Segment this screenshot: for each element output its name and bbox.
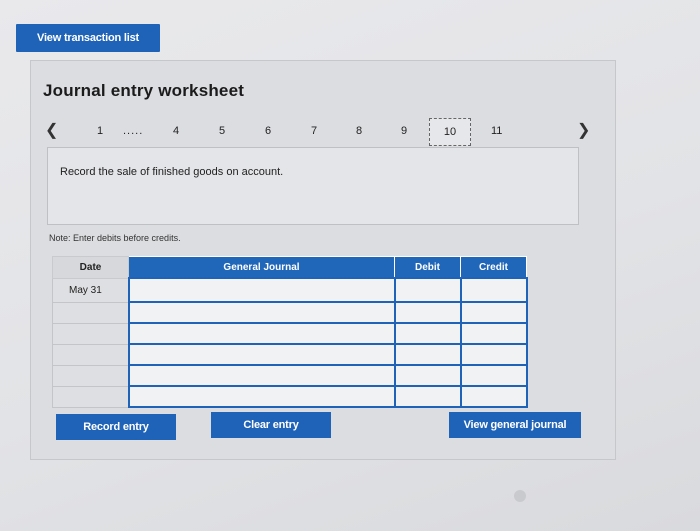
journal-worksheet-panel: Journal entry worksheet ❮ 1 ..... 4 5 6 … xyxy=(30,60,616,460)
column-header-date: Date xyxy=(52,256,129,279)
pager-item-7[interactable]: 7 xyxy=(311,125,317,137)
pager-ellipsis: ..... xyxy=(123,125,144,137)
debit-input[interactable] xyxy=(393,301,462,324)
credit-input[interactable] xyxy=(459,301,528,324)
credit-input[interactable] xyxy=(459,277,528,303)
pager-item-11[interactable]: 11 xyxy=(491,125,502,137)
chevron-left-icon[interactable]: ❮ xyxy=(45,120,58,140)
column-header-debit: Debit xyxy=(394,256,461,279)
account-input[interactable] xyxy=(127,277,396,303)
date-cell xyxy=(52,322,129,345)
table-row xyxy=(52,301,528,324)
pager-item-8[interactable]: 8 xyxy=(356,125,362,137)
pager-item-4[interactable]: 4 xyxy=(173,125,179,137)
date-cell xyxy=(52,364,129,387)
note-text: Note: Enter debits before credits. xyxy=(49,233,181,243)
debit-input[interactable] xyxy=(393,343,462,366)
table-row xyxy=(52,364,528,387)
pager: ❮ 1 ..... 4 5 6 7 8 9 10 11 ❯ xyxy=(31,117,615,147)
clear-entry-button[interactable]: Clear entry xyxy=(211,412,331,438)
table-row xyxy=(52,385,528,408)
table-row: May 31 xyxy=(52,277,528,303)
account-input[interactable] xyxy=(127,343,396,366)
record-entry-button[interactable]: Record entry xyxy=(56,414,176,440)
pager-item-6[interactable]: 6 xyxy=(265,125,271,137)
table-row xyxy=(52,343,528,366)
credit-input[interactable] xyxy=(459,322,528,345)
column-header-credit: Credit xyxy=(460,256,527,279)
account-input[interactable] xyxy=(127,364,396,387)
account-input[interactable] xyxy=(127,322,396,345)
credit-input[interactable] xyxy=(459,385,528,408)
pager-item-9[interactable]: 9 xyxy=(401,125,407,137)
pager-item-1[interactable]: 1 xyxy=(97,125,103,137)
view-transaction-list-button[interactable]: View transaction list xyxy=(16,24,160,52)
debit-input[interactable] xyxy=(393,322,462,345)
chevron-right-icon[interactable]: ❯ xyxy=(577,120,590,140)
credit-input[interactable] xyxy=(459,364,528,387)
pager-item-5[interactable]: 5 xyxy=(219,125,225,137)
date-cell xyxy=(52,343,129,366)
debit-input[interactable] xyxy=(393,277,462,303)
journal-table: Date General Journal Debit Credit May 31 xyxy=(52,256,528,408)
pager-item-10-current[interactable]: 10 xyxy=(429,118,471,146)
debit-input[interactable] xyxy=(393,385,462,408)
account-input[interactable] xyxy=(127,385,396,408)
table-row xyxy=(52,322,528,345)
credit-input[interactable] xyxy=(459,343,528,366)
account-input[interactable] xyxy=(127,301,396,324)
instruction-box: Record the sale of finished goods on acc… xyxy=(47,147,579,225)
background-dot xyxy=(514,490,526,502)
date-cell xyxy=(52,301,129,324)
column-header-general-journal: General Journal xyxy=(128,256,395,279)
debit-input[interactable] xyxy=(393,364,462,387)
date-cell xyxy=(52,385,129,408)
page-title: Journal entry worksheet xyxy=(43,81,245,100)
date-cell: May 31 xyxy=(52,277,129,303)
instruction-text: Record the sale of finished goods on acc… xyxy=(60,166,284,178)
view-general-journal-button[interactable]: View general journal xyxy=(449,412,581,438)
